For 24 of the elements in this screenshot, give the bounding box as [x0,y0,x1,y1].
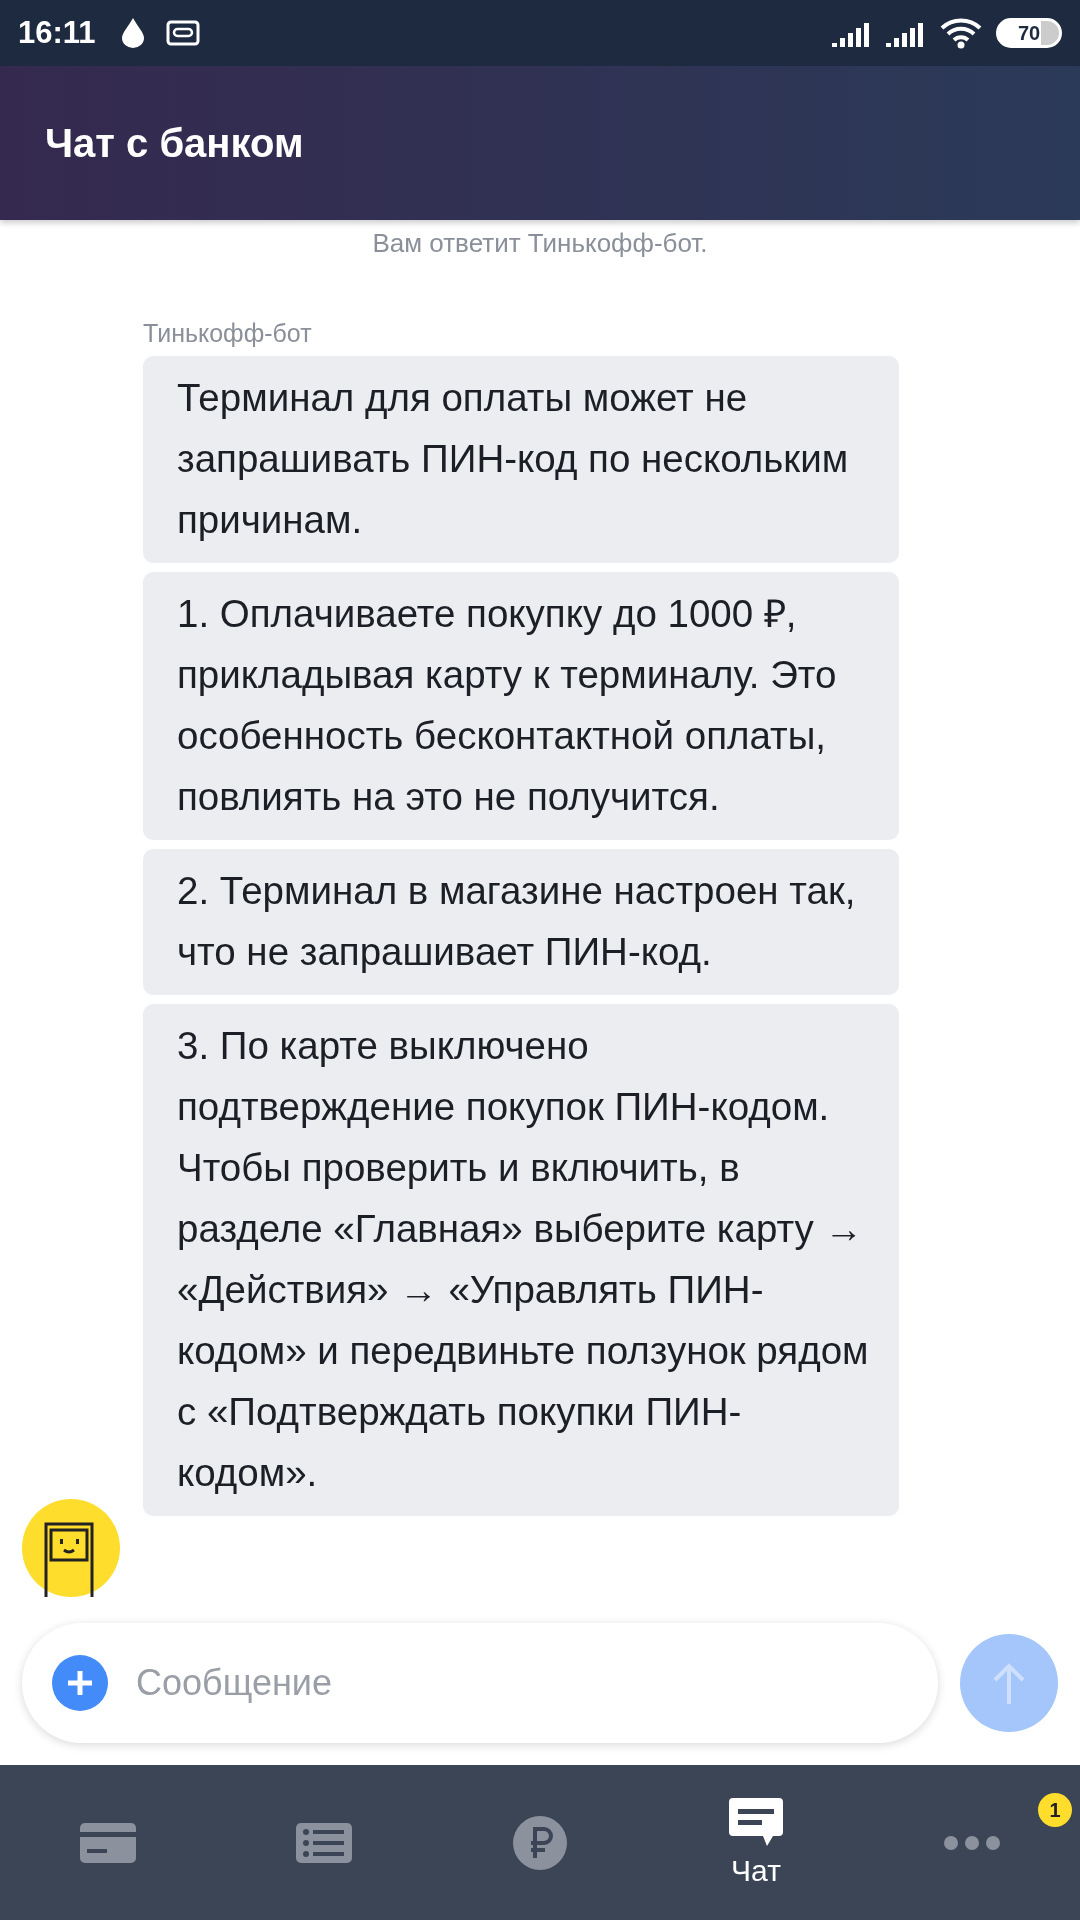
message-bubble: 2. Терминал в магазине настроен так, что не запрашивает ПИН-код. [143,849,899,995]
chat-icon [729,1797,783,1848]
tab-label: Чат [731,1853,781,1888]
nav-tab[interactable]: Чат [648,1765,864,1920]
message-bubble: 1. Оплачиваете покупку до 1000 ₽, прикладывая карту к терминалу. Это особенность бесконтактной оплаты, повлиять на это не получится. [143,572,899,840]
message-field[interactable]: Сообщение [22,1623,938,1743]
battery-indicator: 70 [996,18,1062,48]
ruble-icon [513,1815,567,1870]
plus-icon[interactable] [52,1655,108,1711]
system-note: Вам ответит Тинькофф-бот. [372,228,708,259]
nav-tab[interactable]: 1 [864,1765,1080,1920]
sender-name: Тинькофф-бот [143,319,312,348]
cassette-icon [165,20,200,46]
drop-icon [121,18,144,48]
wifi-icon [940,17,982,49]
arrow-up-icon [992,1662,1026,1704]
notification-badge: 1 [1038,1793,1072,1827]
more-icon [944,1835,1000,1850]
message-bubble: Терминал для оплаты может не запрашивать ПИН-код по нескольким причинам. [143,356,899,563]
list-icon [296,1822,352,1863]
card-icon [80,1822,136,1863]
clock: 16:11 [18,15,96,51]
screen-title: Чат с банком [45,120,304,166]
message-bubble: 3. По карте выключено подтверждение покупок ПИН-кодом. Чтобы проверить и включить, в разделе «Главная» выберите карту → «Действия» → «Управлять ПИН-кодом» и передвиньте ползунок рядом с «Подтверждать покупки ПИН-кодом». [143,1004,899,1516]
